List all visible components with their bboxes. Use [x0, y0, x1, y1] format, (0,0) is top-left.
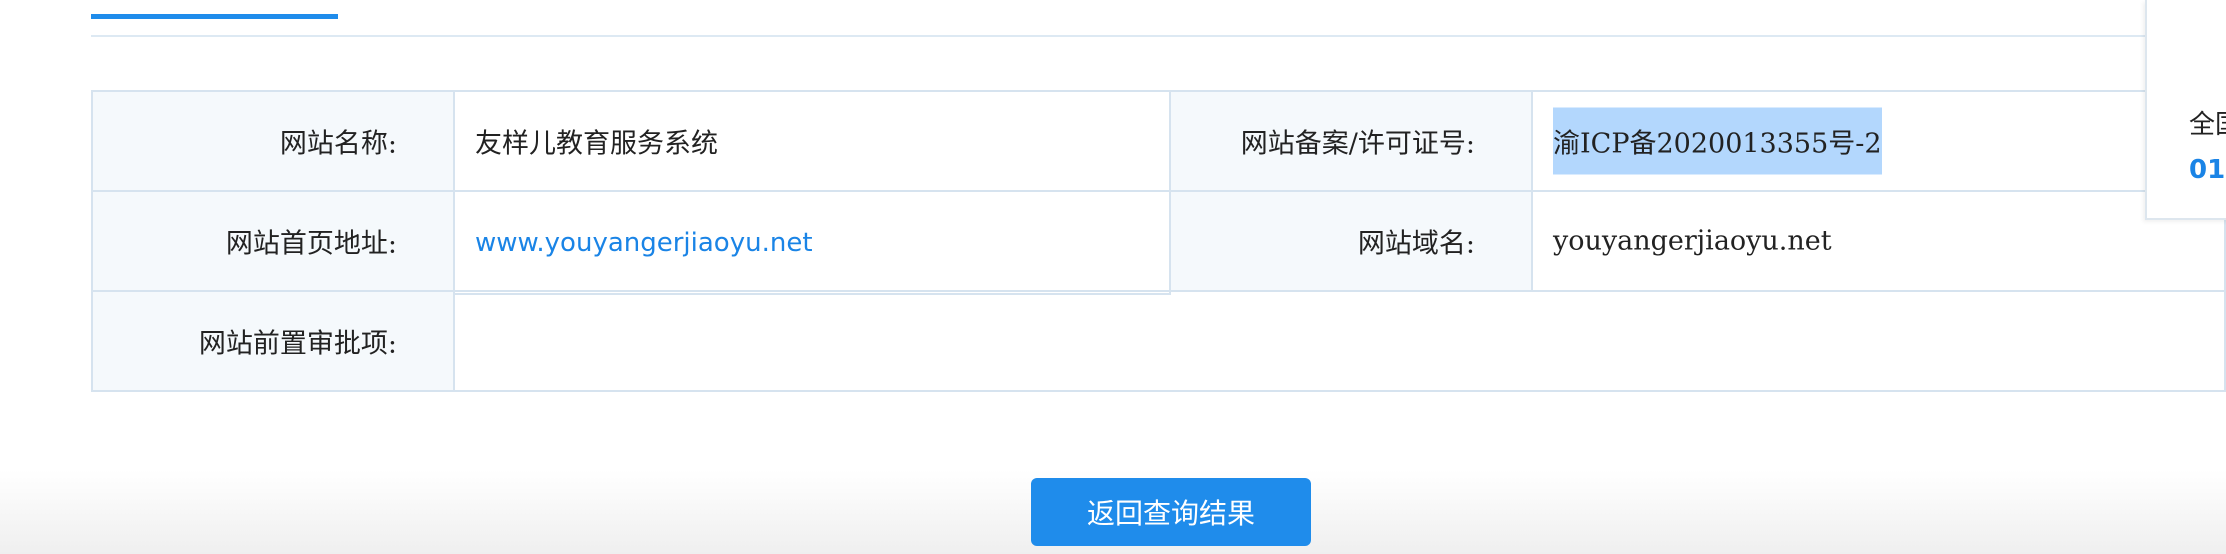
- site-name-label: 网站名称:: [279, 128, 397, 160]
- site-name-label-cell: 网站名称:: [91, 90, 455, 192]
- preapproval-label-cell: 网站前置审批项:: [91, 290, 455, 392]
- preapproval-value-cell: [453, 290, 2226, 392]
- active-tab-indicator: [91, 14, 338, 19]
- site-name-value-cell: 友样儿教育服务系统: [453, 90, 1171, 192]
- homepage-value-cell: www.youyangerjiaoyu.net: [453, 190, 1171, 295]
- side-panel-text: 全国: [2189, 110, 2226, 140]
- domain-value-cell: youyangerjiaoyu.net: [1531, 190, 2226, 292]
- section-divider: [91, 35, 2226, 37]
- domain-label-cell: 网站域名:: [1169, 190, 1533, 292]
- homepage-label: 网站首页地址:: [225, 228, 397, 260]
- license-value: 渝ICP备2020013355号-2: [1553, 107, 1882, 175]
- license-label: 网站备案/许可证号:: [1240, 128, 1475, 160]
- license-label-cell: 网站备案/许可证号:: [1169, 90, 1533, 192]
- domain-label: 网站域名:: [1357, 228, 1475, 260]
- license-value-cell: 渝ICP备2020013355号-2: [1531, 90, 2226, 192]
- side-info-panel: 全国 010: [2145, 0, 2226, 220]
- back-to-results-button[interactable]: 返回查询结果: [1031, 478, 1311, 546]
- homepage-label-cell: 网站首页地址:: [91, 190, 455, 292]
- record-detail-table: 网站名称: 友样儿教育服务系统 网站备案/许可证号: 渝ICP备20200133…: [91, 90, 2226, 392]
- preapproval-label: 网站前置审批项:: [198, 328, 397, 360]
- side-panel-number[interactable]: 010: [2189, 155, 2226, 185]
- site-name-value: 友样儿教育服务系统: [475, 128, 718, 160]
- domain-value: youyangerjiaoyu.net: [1553, 225, 1832, 257]
- homepage-link[interactable]: www.youyangerjiaoyu.net: [475, 228, 813, 258]
